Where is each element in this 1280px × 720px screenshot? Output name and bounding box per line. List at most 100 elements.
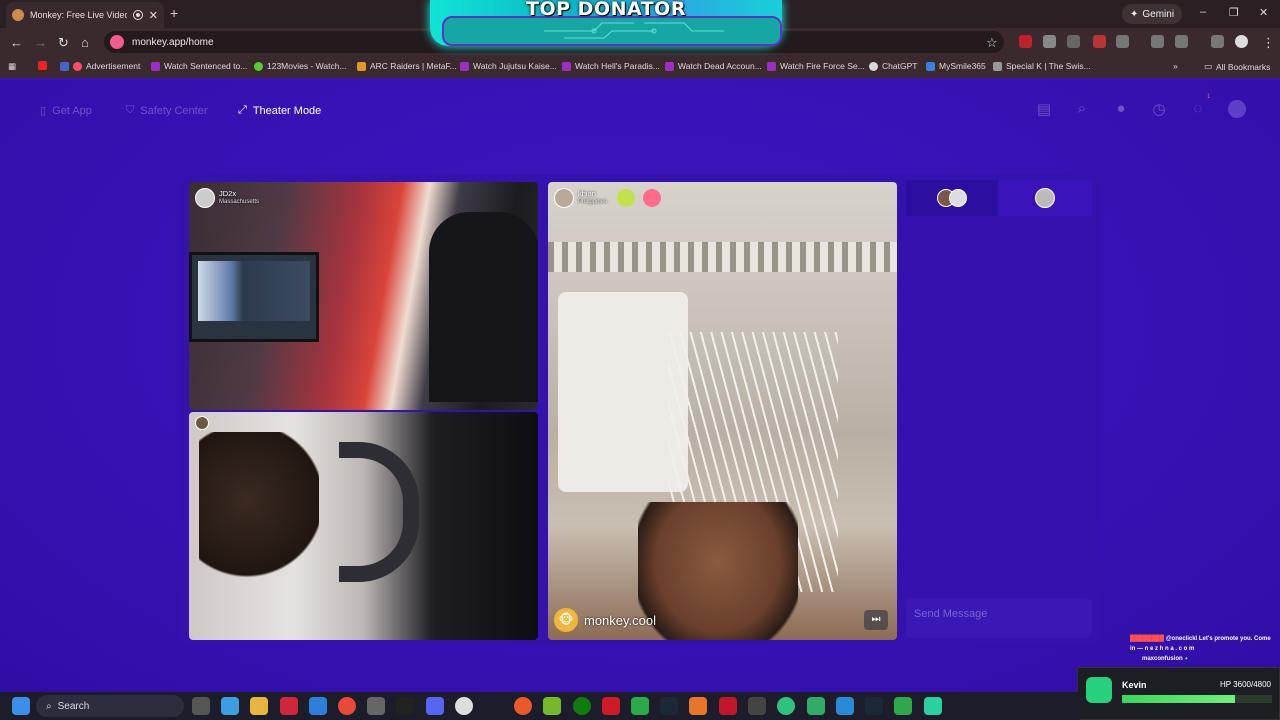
heart-badge-icon [617, 189, 636, 207]
all-bookmarks-button[interactable]: ▭ All Bookmarks [1204, 61, 1270, 72]
app-icon[interactable] [924, 697, 942, 715]
close-tab-button[interactable]: ✕ [149, 9, 158, 22]
new-tab-button[interactable]: + [170, 5, 178, 21]
app-icon[interactable] [894, 697, 912, 715]
file-explorer-icon[interactable] [250, 697, 268, 715]
app-icon[interactable] [367, 697, 385, 715]
user-avatar[interactable] [1228, 100, 1246, 118]
bookmark-label: Watch Dead Accoun... [678, 61, 762, 71]
headphones-region [339, 442, 419, 582]
reload-button[interactable]: ↻ [58, 35, 69, 51]
record-extension-icon[interactable] [1093, 35, 1106, 48]
bookmark-9[interactable]: MySmile365 [926, 61, 986, 71]
opera-icon[interactable] [280, 697, 298, 715]
bookmark-5[interactable]: Watch Hell's Paradis... [562, 61, 660, 71]
user-name-block: khian Philippines [578, 190, 607, 206]
minimize-button[interactable]: – [1200, 6, 1206, 18]
database-extension-icon[interactable] [1043, 35, 1056, 48]
app-icon[interactable] [748, 697, 766, 715]
roof-slats [548, 242, 897, 272]
safety-center-label: Safety Center [140, 104, 208, 117]
screen-cast-icon[interactable] [1151, 35, 1164, 48]
history-icon[interactable]: ◷ [1150, 100, 1168, 118]
app-icon[interactable] [836, 697, 854, 715]
youtube-bookmark[interactable] [38, 61, 47, 70]
bookmark-label: Watch Jujutsu Kaise... [473, 61, 557, 71]
browser-tab[interactable]: Monkey: Free Live Video Ch ✕ [6, 2, 164, 28]
get-app-link[interactable]: ▯ Get App [40, 104, 92, 118]
youtube-icon[interactable] [719, 697, 737, 715]
monkey-app: ▯ Get App ⛉ Safety Center ⤢ Theater Mode… [0, 80, 1280, 692]
app-icon[interactable] [807, 697, 825, 715]
bookmark-2[interactable]: 123Movies - Watch... [254, 61, 347, 71]
chrome-icon[interactable] [338, 697, 356, 715]
bookmark-3[interactable]: ARC Raiders | MetaF... [357, 61, 457, 71]
apps-grid-icon[interactable]: ▦ [8, 61, 16, 72]
shield-icon: ⛉ [126, 104, 135, 116]
mail-icon[interactable] [309, 697, 327, 715]
bookmark-4[interactable]: Watch Jujutsu Kaise... [460, 61, 557, 71]
bookmark-0[interactable]: Advertisement [60, 61, 140, 71]
avatar [195, 188, 215, 208]
user-location: Philippines [578, 199, 608, 205]
safety-center-link[interactable]: ⛉ Safety Center [126, 104, 208, 117]
expand-icon: ⤢ [238, 104, 247, 116]
bookmark-1[interactable]: Watch Sentenced to... [151, 61, 247, 71]
search-icon[interactable]: ⌕ [1073, 100, 1091, 118]
app-icon[interactable] [602, 697, 620, 715]
extensions-puzzle-icon[interactable] [1116, 35, 1129, 48]
home-button[interactable]: ⌂ [81, 35, 89, 50]
emote-icon: ◕ [1184, 656, 1188, 662]
app-icon[interactable] [777, 697, 795, 715]
bookmark-favicon-icon [73, 61, 82, 71]
bookmark-star-icon[interactable]: ☆ [986, 35, 998, 51]
steam-icon[interactable] [865, 697, 883, 715]
gemini-button[interactable]: ✦ Gemini [1122, 4, 1183, 24]
copilot-icon[interactable] [221, 697, 239, 715]
windows-start-icon[interactable] [12, 697, 30, 715]
bookmark-7[interactable]: Watch Fire Force Se... [767, 61, 865, 71]
user-tag [195, 416, 209, 430]
clock-icon[interactable] [455, 697, 473, 715]
profile-avatar[interactable] [1235, 35, 1248, 48]
app-icon[interactable] [631, 697, 649, 715]
send-message-input[interactable]: Send Message [906, 598, 1092, 638]
discord-icon[interactable] [426, 697, 444, 715]
shop-icon[interactable]: ▤ [1035, 100, 1053, 118]
close-window-button[interactable]: ✕ [1259, 6, 1268, 19]
person-silhouette [429, 212, 538, 402]
coin-icon[interactable]: ● [1112, 100, 1130, 118]
skip-icon[interactable]: ⏭ [864, 610, 888, 630]
taskbar-search[interactable]: ⌕ Search [36, 695, 184, 717]
bookmark-8[interactable]: ChatGPT [869, 61, 917, 71]
app-icon[interactable] [689, 697, 707, 715]
back-button[interactable]: ← [10, 35, 23, 50]
reading-list-icon[interactable] [1211, 35, 1224, 48]
bookmark-10[interactable]: Special K | The Swis... [993, 61, 1091, 71]
bookmark-favicon-icon [60, 61, 69, 71]
menu-kebab-icon[interactable]: ⋮ [1262, 35, 1275, 51]
forward-button[interactable]: → [34, 35, 47, 50]
xbox-icon[interactable] [573, 697, 591, 715]
nvidia-icon[interactable] [543, 697, 561, 715]
glasses-extension-icon[interactable] [1067, 35, 1080, 48]
epic-games-icon[interactable] [396, 697, 414, 715]
bookmark-label: 123Movies - Watch... [267, 61, 347, 71]
bookmark-6[interactable]: Watch Dead Accoun... [665, 61, 762, 71]
video-feed-self [189, 412, 538, 640]
user-name: JD2x [219, 189, 237, 198]
match-tab[interactable] [998, 180, 1092, 216]
restore-button[interactable]: ❐ [1229, 6, 1239, 19]
theater-mode-button[interactable]: ⤢ Theater Mode [238, 104, 321, 117]
app-icon[interactable] [514, 697, 532, 715]
task-view-icon[interactable] [192, 697, 210, 715]
site-info-icon[interactable] [110, 35, 124, 49]
chat-line: ████████ @oneclickl Let's promote you. C… [1130, 636, 1271, 652]
download-icon[interactable] [1175, 35, 1188, 48]
top-donator-overlay: TOP DONATOR [424, 0, 788, 52]
ublock-extension-icon[interactable] [1019, 35, 1032, 48]
more-bookmarks-button[interactable]: » [1173, 61, 1178, 71]
messages-icon[interactable]: ◌ [1189, 100, 1207, 118]
match-tab-active[interactable] [906, 180, 998, 216]
steam-icon[interactable] [660, 697, 678, 715]
